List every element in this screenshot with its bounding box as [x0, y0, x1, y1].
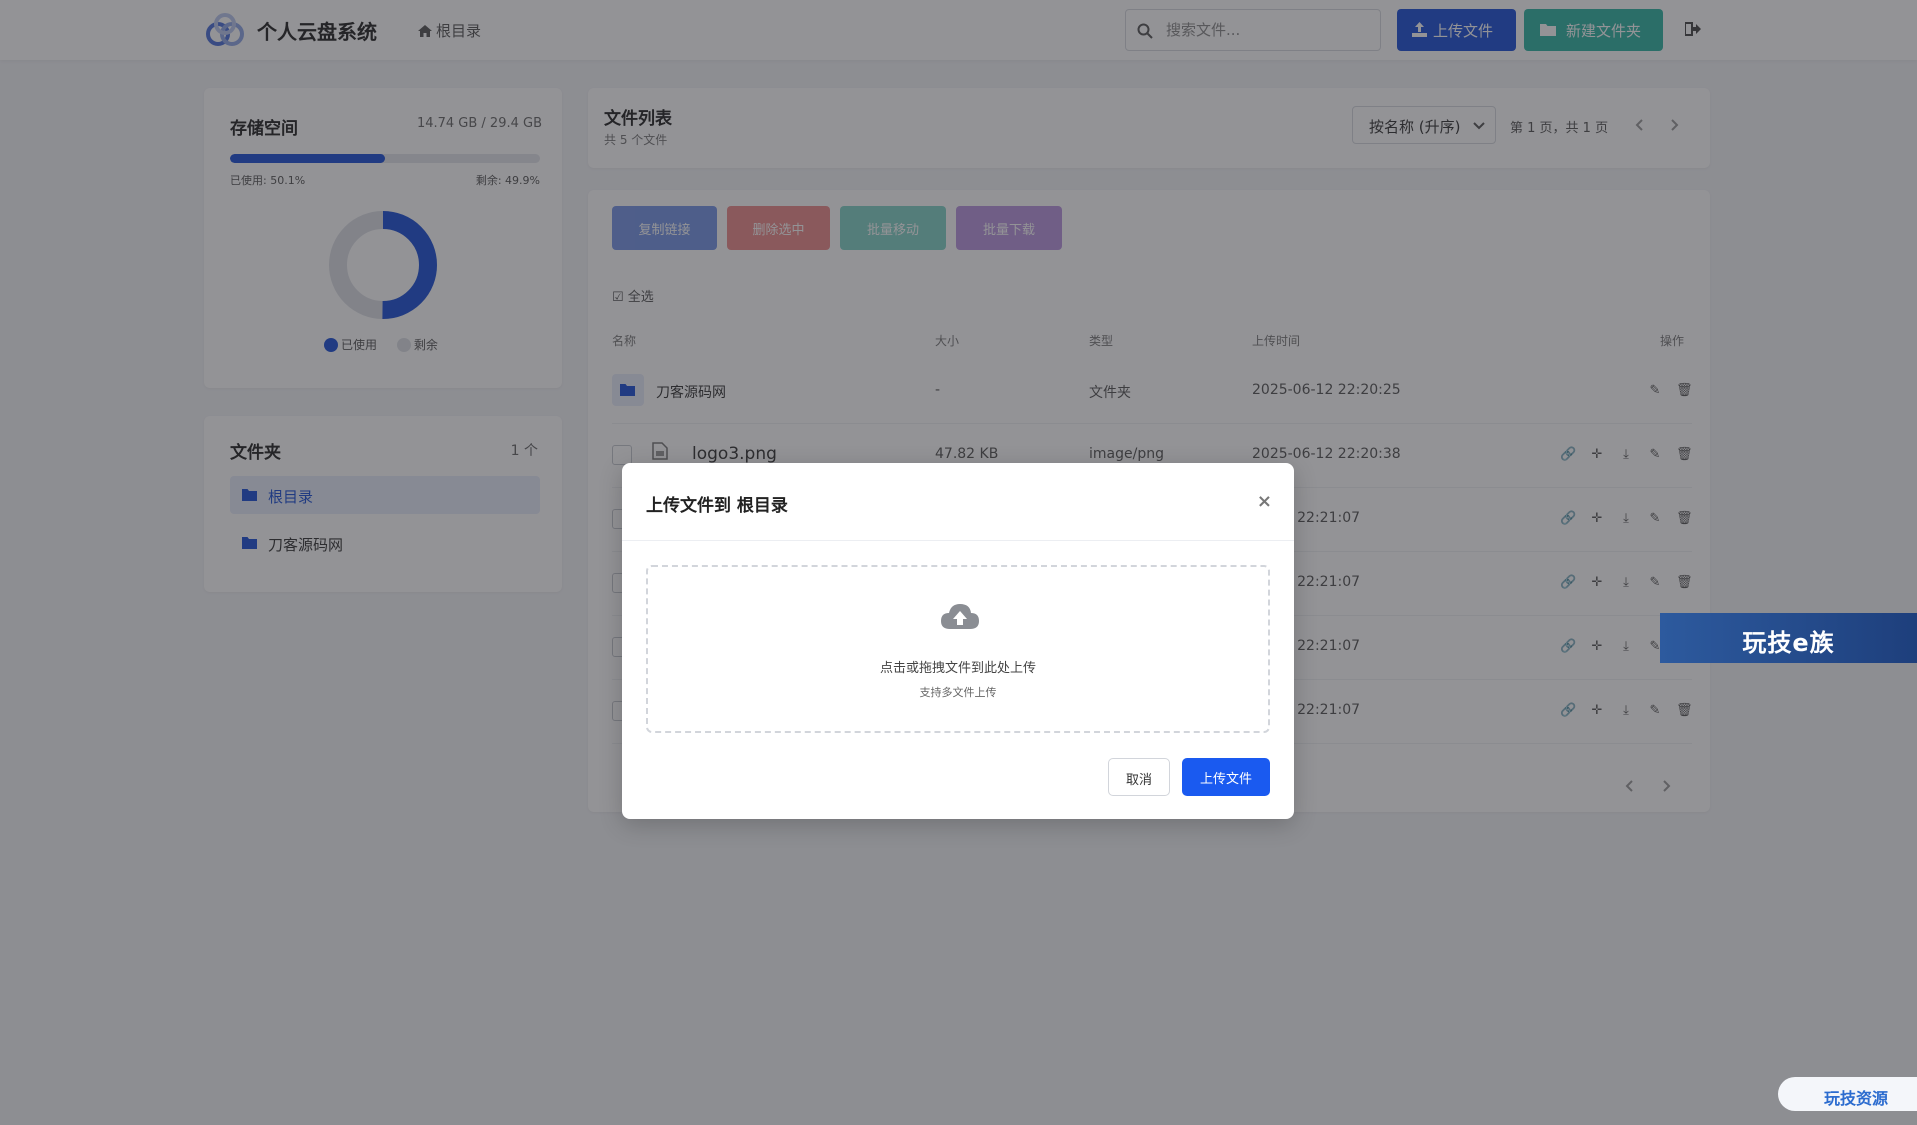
close-icon[interactable]: × [1257, 491, 1272, 512]
upload-dropzone[interactable]: 点击或拖拽文件到此处上传 支持多文件上传 [646, 565, 1270, 733]
watermark-banner: 玩技e族 [1660, 613, 1917, 663]
dropzone-sub-text: 支持多文件上传 [919, 686, 997, 699]
cancel-button[interactable]: 取消 [1108, 758, 1170, 796]
modal-divider [622, 540, 1294, 541]
watermark-corner: 玩技资源 [1778, 1077, 1917, 1111]
upload-modal: 上传文件到 根目录 × 点击或拖拽文件到此处上传 支持多文件上传 取消 上传文件 [622, 463, 1294, 819]
modal-title: 上传文件到 根目录 [646, 496, 788, 516]
confirm-upload-button[interactable]: 上传文件 [1182, 758, 1270, 796]
dropzone-main-text: 点击或拖拽文件到此处上传 [879, 661, 1036, 676]
cloud-upload-icon [941, 604, 979, 629]
